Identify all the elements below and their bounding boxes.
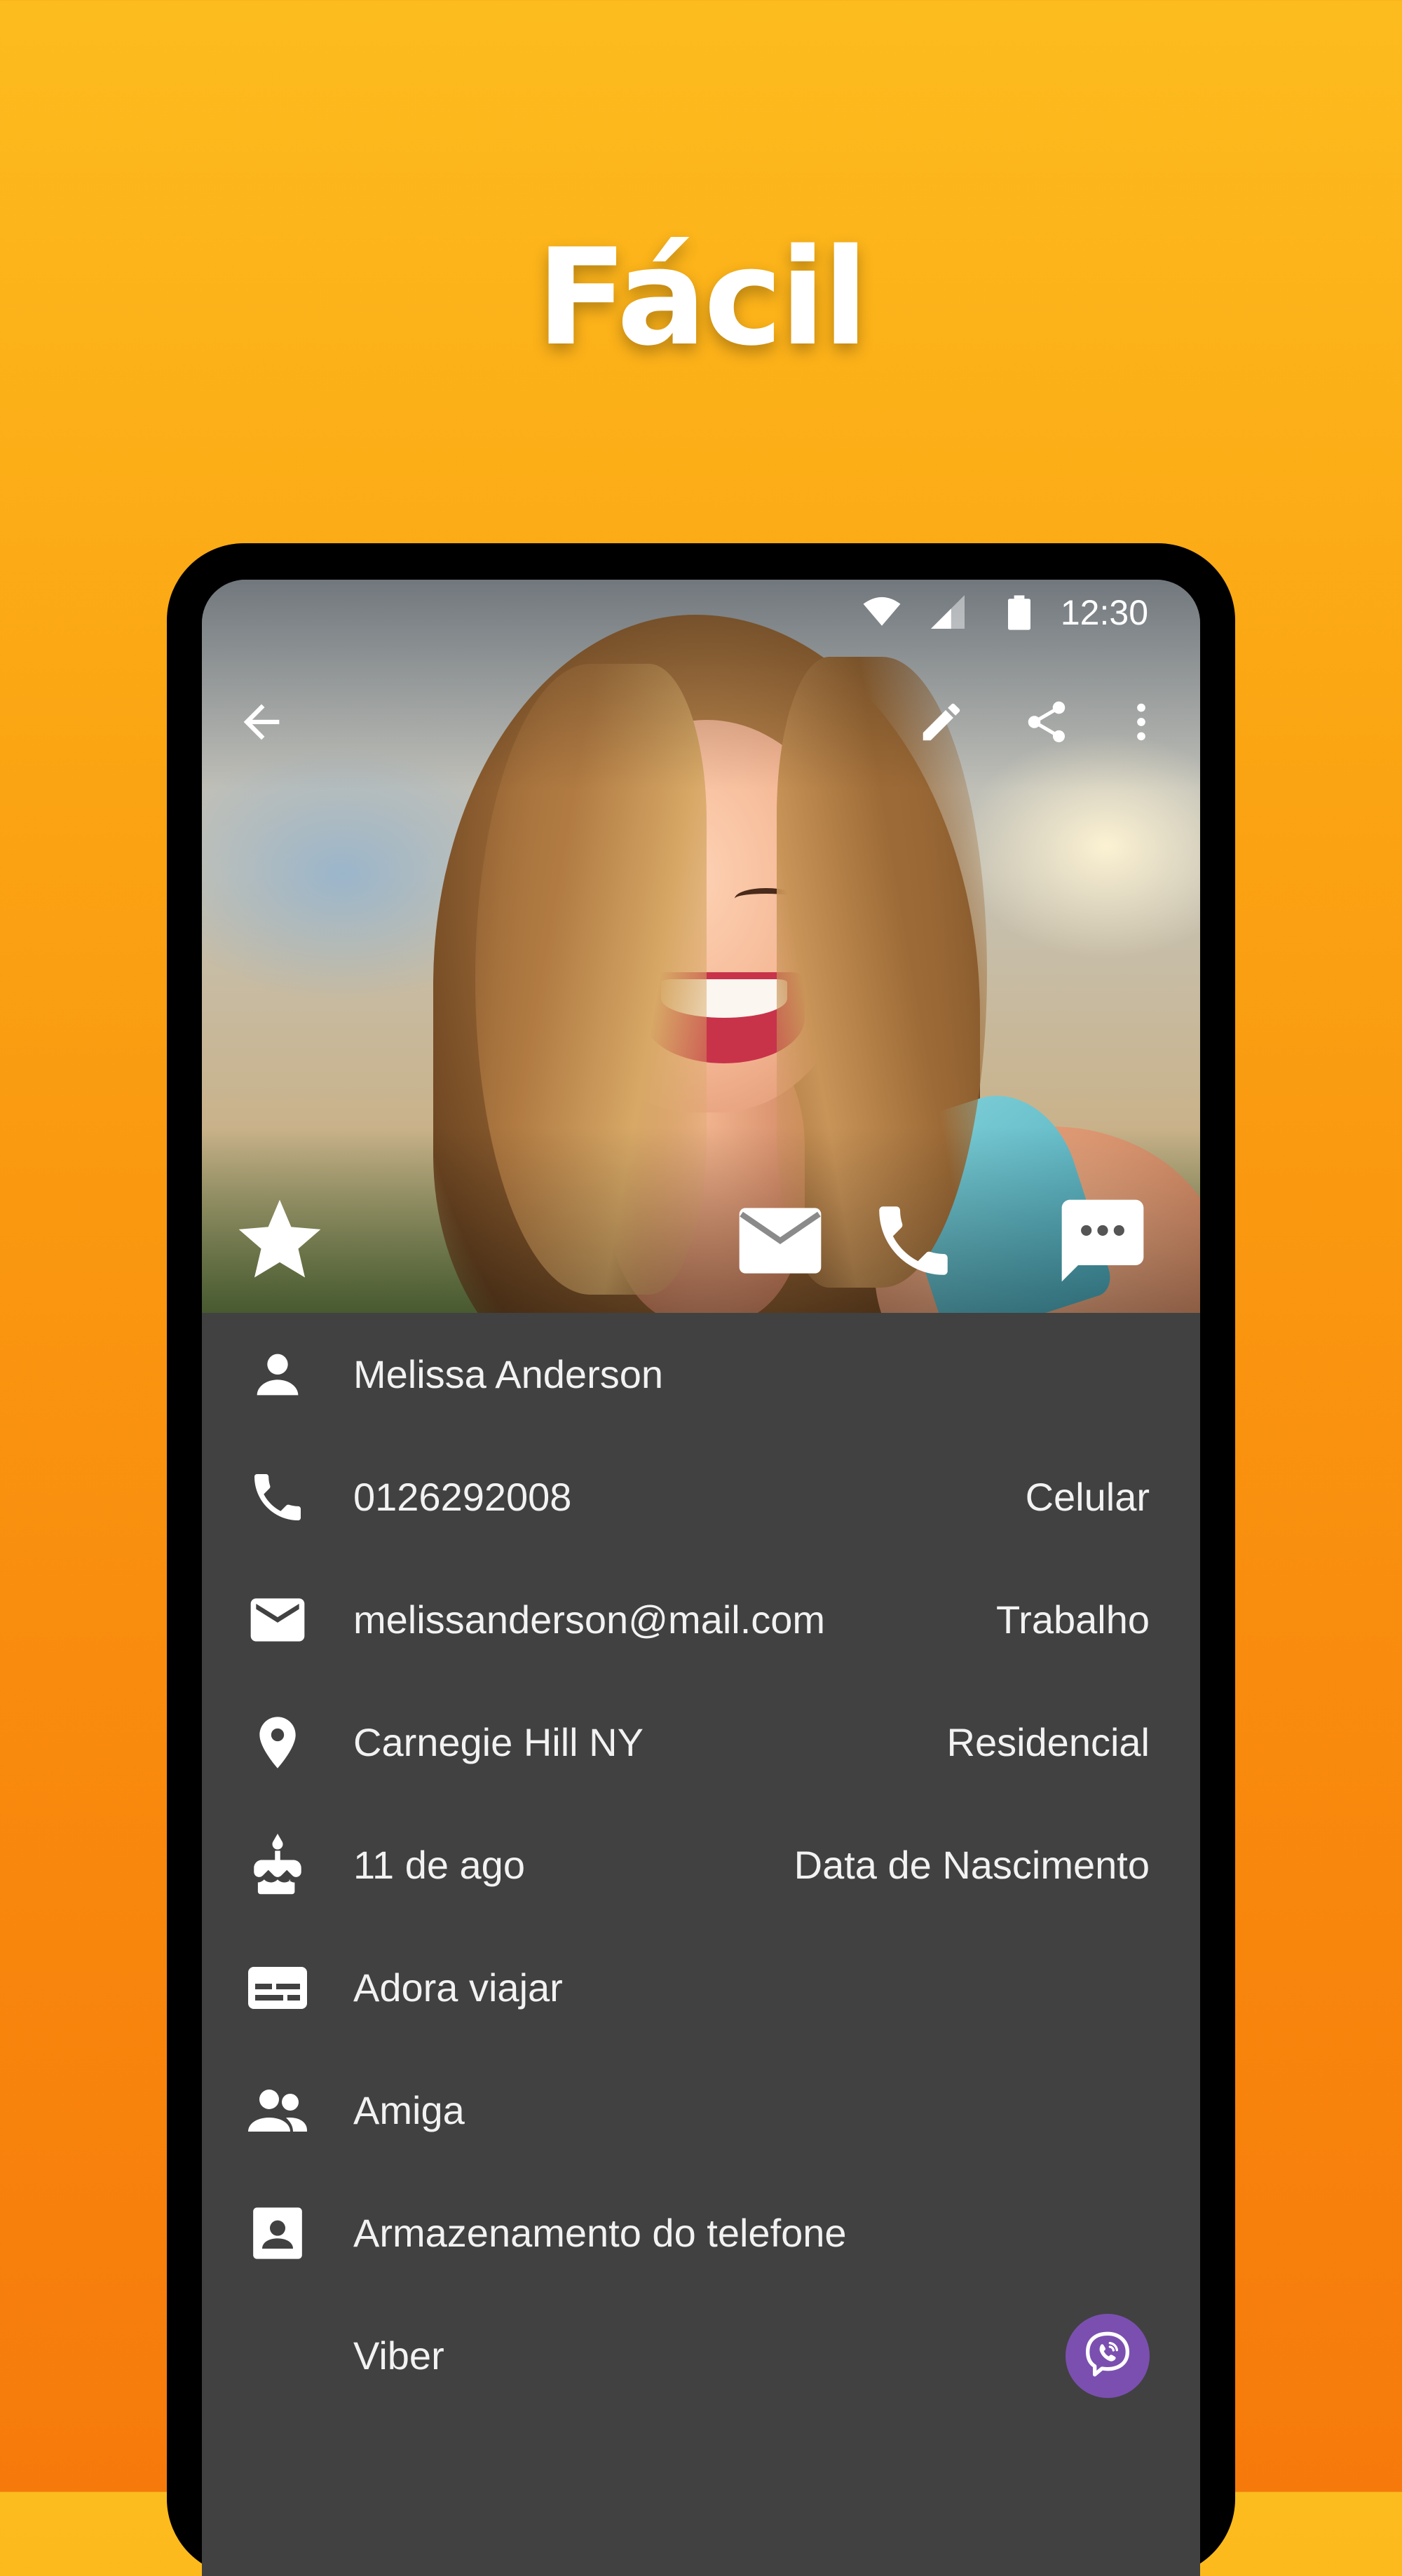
wifi-icon (862, 595, 901, 631)
person-icon (244, 1341, 311, 1408)
back-button[interactable] (223, 685, 300, 762)
contact-name: Melissa Anderson (353, 1352, 664, 1396)
promo-title: Fácil (536, 220, 869, 375)
contact-phone-type: Celular (1025, 1475, 1150, 1519)
contact-email-address: melissanderson@mail.com (353, 1597, 826, 1642)
contact-phone-row[interactable]: 0126292008 Celular (202, 1436, 1200, 1558)
message-icon (1054, 1192, 1152, 1293)
contact-source-row[interactable]: Armazenamento do telefone (202, 2172, 1200, 2294)
email-action-button[interactable] (728, 1190, 833, 1295)
contact-app-name: Viber (353, 2333, 444, 2378)
viber-icon[interactable] (1066, 2313, 1150, 2398)
contact-group: Amiga (353, 2088, 465, 2132)
notes-icon (244, 1954, 311, 2022)
battery-icon (1008, 595, 1030, 634)
contact-email-type: Trabalho (996, 1597, 1150, 1642)
contact-notes-row[interactable]: Adora viajar (202, 1926, 1200, 2049)
contact-email-row[interactable]: melissanderson@mail.com Trabalho (202, 1558, 1200, 1681)
phone-frame: 12:30 Melissa Anderson 0126292008 Celula… (167, 543, 1235, 2576)
contact-source: Armazenamento do telefone (353, 2211, 847, 2255)
contact-address-row[interactable]: Carnegie Hill NY Residencial (202, 1681, 1200, 1804)
status-bar: 12:30 (202, 580, 1200, 643)
phone-icon (868, 1195, 959, 1290)
contact-name-row[interactable]: Melissa Anderson (202, 1313, 1200, 1436)
contact-notes: Adora viajar (353, 1965, 563, 2010)
status-time: 12:30 (1060, 593, 1148, 632)
more-vert-icon (1117, 697, 1166, 750)
edit-pencil-icon (917, 697, 966, 750)
contact-address-type: Residencial (946, 1720, 1150, 1764)
contact-phone-number: 0126292008 (353, 1475, 572, 1519)
contact-birthday: 11 de ago (353, 1843, 525, 1887)
back-arrow-icon (235, 695, 288, 752)
phone-screen: 12:30 Melissa Anderson 0126292008 Celula… (202, 580, 1200, 2576)
cell-signal-icon (931, 595, 965, 632)
contact-group-row[interactable]: Amiga (202, 2049, 1200, 2172)
phone-icon (244, 1464, 311, 1531)
contact-address: Carnegie Hill NY (353, 1720, 644, 1764)
contact-card-icon (244, 2200, 311, 2267)
email-icon (731, 1192, 829, 1293)
call-action-button[interactable] (861, 1190, 966, 1295)
share-icon (1022, 697, 1071, 750)
email-icon (244, 1586, 311, 1654)
contact-birthday-type: Data de Nascimento (794, 1843, 1150, 1887)
message-action-button[interactable] (1050, 1190, 1155, 1295)
star-icon (231, 1192, 329, 1293)
contact-details-list: Melissa Anderson 0126292008 Celular meli… (202, 1313, 1200, 2417)
location-pin-icon (244, 1709, 311, 1776)
more-options-button[interactable] (1103, 685, 1180, 762)
group-icon (244, 2077, 311, 2144)
edit-button[interactable] (903, 685, 980, 762)
contact-birthday-row[interactable]: 11 de ago Data de Nascimento (202, 1804, 1200, 1926)
favorite-button[interactable] (227, 1190, 332, 1295)
share-button[interactable] (1008, 685, 1085, 762)
cake-icon (244, 1832, 311, 1899)
contact-app-row[interactable]: Viber (202, 2294, 1200, 2417)
